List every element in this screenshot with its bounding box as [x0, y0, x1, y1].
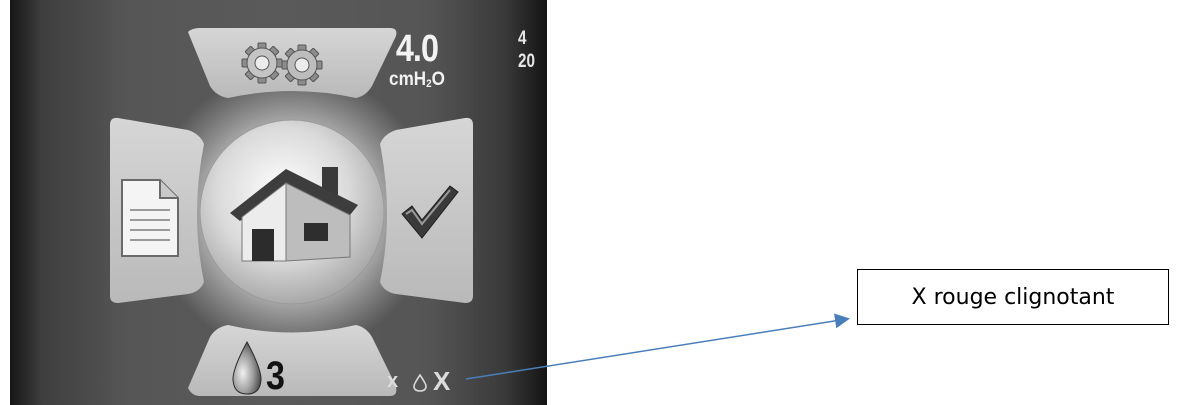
- callout-box: X rouge clignotant: [857, 269, 1169, 325]
- callout-arrow: [465, 313, 850, 380]
- callout-text: X rouge clignotant: [911, 284, 1115, 310]
